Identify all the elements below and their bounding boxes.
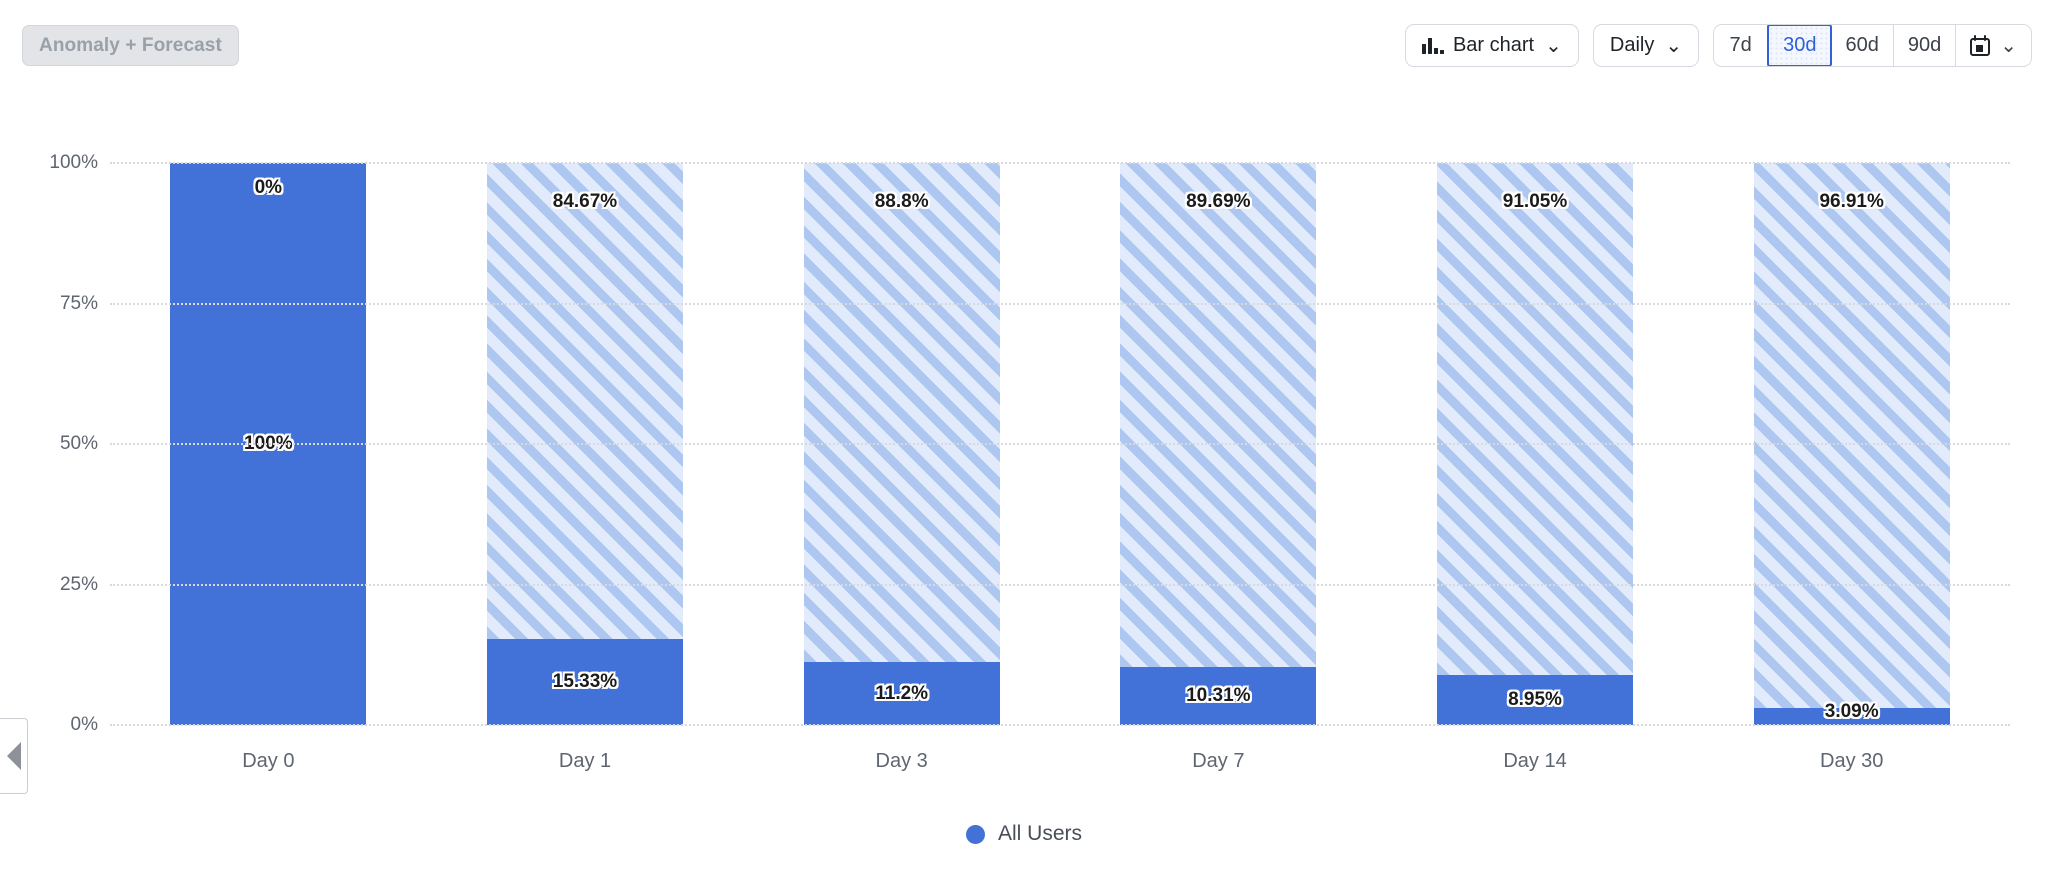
y-axis-tick-label: 50% [59, 433, 98, 454]
bar-segment-value-label: 88.8% [874, 191, 929, 213]
bar-segment-hatched[interactable]: 96.91% [1753, 163, 1950, 708]
chevron-down-icon: ⌄ [1665, 35, 1683, 57]
gridline [110, 724, 2010, 726]
bar-segment-value-label: 84.67% [552, 191, 618, 213]
chart-type-label: Bar chart [1452, 34, 1535, 56]
chart-toolbar: Anomaly + Forecast Bar chart ⌄ Daily ⌄ 7… [0, 0, 2048, 92]
range-option-90d[interactable]: 90d [1893, 25, 1957, 66]
bar-segment-hatched[interactable]: 91.05% [1437, 163, 1634, 675]
bar-segment-solid[interactable]: 10.31% [1120, 667, 1317, 725]
custom-date-range-button[interactable]: ⌄ [1956, 25, 2031, 66]
stacked-bar-chart: 100% 75% 50% 25% 0% 100% 0% Day 0 84.67% 15.33% D… [0, 92, 2048, 792]
bar-column[interactable]: 100% 0% Day 0 [110, 92, 427, 792]
plot-area: 100% 0% Day 0 84.67% 15.33% Day 1 88.8% 11.2% Da… [110, 92, 2010, 792]
bar-segment-solid[interactable]: 15.33% [487, 638, 683, 725]
range-option-30d[interactable]: 30d [1767, 25, 1833, 66]
chart-type-dropdown[interactable]: Bar chart ⌄ [1405, 24, 1579, 67]
gridline [110, 583, 2010, 586]
bar-series-container: 100% 0% Day 0 84.67% 15.33% Day 1 88.8% 11.2% Da… [110, 92, 2010, 792]
x-axis-tick-label: Day 7 [1192, 750, 1245, 772]
anomaly-forecast-button[interactable]: Anomaly + Forecast [22, 25, 239, 66]
granularity-label: Daily [1609, 34, 1655, 56]
legend-item-label: All Users [997, 822, 1082, 845]
bar-segment-value-label: 0% [254, 177, 283, 198]
y-axis-tick-label: 100% [49, 152, 98, 173]
gridline [110, 302, 2010, 305]
y-axis-tick-label: 75% [59, 292, 98, 314]
toolbar-controls: Bar chart ⌄ Daily ⌄ 7d 30d 60d 90d ⌄ [1405, 24, 2032, 67]
bar-column[interactable]: 91.05% 8.95% Day 14 [1377, 92, 1694, 792]
bar-segment-solid[interactable]: 3.09% [1753, 701, 1950, 725]
granularity-dropdown[interactable]: Daily ⌄ [1592, 24, 1700, 67]
date-range-segmented-control: 7d 30d 60d 90d ⌄ [1713, 24, 2032, 67]
bar-segment-hatched[interactable]: 84.67% [487, 163, 683, 639]
gridline [110, 443, 2010, 445]
chart-legend: All Users [0, 822, 2048, 846]
bar-column[interactable]: 88.8% 11.2% Day 3 [743, 92, 1060, 792]
bar-column[interactable]: 84.67% 15.33% Day 1 [427, 92, 744, 792]
gridline [110, 162, 2010, 164]
range-option-60d[interactable]: 60d [1831, 25, 1894, 66]
bar-segment-value-label: 89.69% [1186, 191, 1251, 213]
bar-segment-solid[interactable]: 11.2% [803, 662, 1000, 725]
x-axis-tick-label: Day 1 [558, 750, 612, 772]
bar-segment-value-label: 11.2% [875, 682, 929, 704]
bar-column[interactable]: 89.69% 10.31% Day 7 [1060, 92, 1377, 792]
bar-segment-hatched[interactable]: 89.69% [1120, 163, 1317, 668]
bar-segment-value-label: 10.31% [1186, 685, 1251, 707]
x-axis-tick-label: Day 3 [875, 750, 928, 772]
y-axis-tick-label: 25% [59, 573, 98, 595]
bar-segment-solid[interactable]: 8.95% [1437, 674, 1634, 725]
bar-segment-value-label: 96.91% [1819, 191, 1884, 213]
bar-segment-hatched[interactable]: 88.8% [803, 163, 1000, 663]
bar-segment-value-label: 8.95% [1508, 688, 1562, 710]
chevron-down-icon: ⌄ [2000, 35, 2017, 57]
x-axis-tick-label: Day 30 [1820, 750, 1884, 772]
range-option-7d[interactable]: 7d [1714, 25, 1769, 66]
calendar-icon [1970, 35, 1991, 56]
bar-column[interactable]: 96.91% 3.09% Day 30 [1693, 92, 2010, 792]
sidebar-collapse-handle[interactable] [0, 718, 28, 794]
chevron-down-icon: ⌄ [1545, 35, 1562, 57]
y-axis: 100% 75% 50% 25% 0% [0, 92, 110, 792]
bar-segment-value-label: 15.33% [552, 670, 618, 692]
retention-chart-page: Anomaly + Forecast Bar chart ⌄ Daily ⌄ 7… [0, 0, 2048, 895]
y-axis-tick-label: 0% [70, 714, 98, 735]
collapse-left-triangle-icon [6, 742, 21, 770]
legend-color-swatch [965, 824, 985, 844]
x-axis-tick-label: Day 0 [242, 750, 295, 772]
bar-segment-value-label: 91.05% [1502, 191, 1568, 213]
bar-chart-icon [1422, 37, 1444, 54]
x-axis-tick-label: Day 14 [1503, 750, 1567, 772]
